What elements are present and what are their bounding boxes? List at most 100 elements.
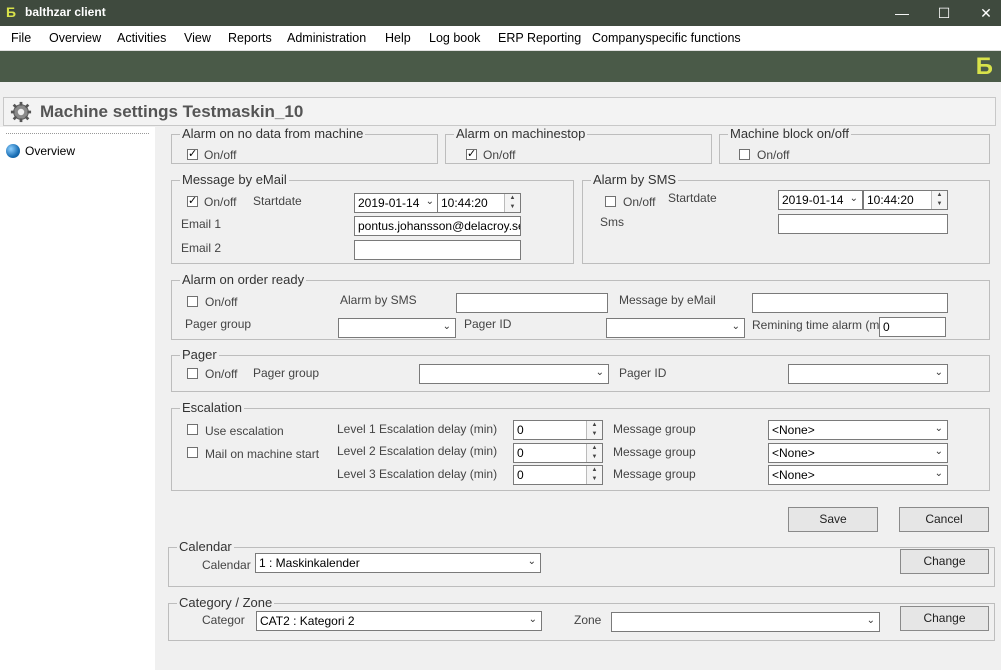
- pager-id-label: Pager ID: [619, 366, 667, 380]
- pager-id-select[interactable]: ⌄: [788, 364, 948, 384]
- spin-icon[interactable]: ▲ ▼: [504, 194, 520, 212]
- level2-message-group-value: <None>: [772, 446, 815, 460]
- remaining-time-input[interactable]: 0: [879, 317, 946, 337]
- level3-message-group-select[interactable]: <None> ⌄: [768, 465, 948, 485]
- menu-reports[interactable]: Reports: [228, 31, 272, 45]
- level3-message-group-value: <None>: [772, 468, 815, 482]
- group-title: Alarm on machinestop: [454, 126, 588, 141]
- menu-help[interactable]: Help: [385, 31, 411, 45]
- group-title: Alarm on order ready: [180, 272, 307, 287]
- brand-logo-icon: Ƃ: [975, 53, 993, 80]
- order-ready-email-input[interactable]: [752, 293, 948, 313]
- pager-onoff-checkbox[interactable]: [187, 368, 198, 379]
- sms-startdate-picker[interactable]: 2019-01-14 ⌄: [778, 190, 863, 210]
- category-select[interactable]: CAT2 : Kategori 2 ⌄: [256, 611, 542, 631]
- zone-select[interactable]: ⌄: [611, 612, 880, 632]
- group-order-ready: Alarm on order ready On/off Alarm by SMS…: [171, 272, 990, 340]
- no-data-onoff-checkbox[interactable]: [187, 147, 198, 160]
- save-button[interactable]: Save: [788, 507, 878, 532]
- spin-icon[interactable]: ▲ ▼: [586, 421, 602, 439]
- close-button[interactable]: ✕: [974, 3, 998, 23]
- chevron-down-icon: ⌄: [934, 468, 943, 479]
- level1-group-label: Message group: [613, 422, 696, 436]
- chevron-down-icon: ⌄: [425, 196, 434, 207]
- email1-input[interactable]: pontus.johansson@delacroy.se: [354, 216, 521, 236]
- chevron-down-icon: ⌄: [934, 423, 943, 434]
- group-machine-block: Machine block on/off On/off: [719, 126, 990, 164]
- group-message-by-email: Message by eMail On/off Startdate 2019-0…: [171, 172, 574, 264]
- order-ready-pager-group-select[interactable]: ⌄: [338, 318, 456, 338]
- nav-item-overview[interactable]: Overview: [25, 144, 75, 158]
- order-ready-email-label: Message by eMail: [619, 293, 716, 307]
- level3-delay-value: 0: [517, 468, 524, 482]
- sms-onoff-checkbox[interactable]: [605, 196, 616, 207]
- order-ready-sms-input[interactable]: [456, 293, 608, 313]
- order-ready-onoff-checkbox[interactable]: [187, 296, 198, 307]
- spin-icon[interactable]: ▲ ▼: [931, 191, 947, 209]
- menu-administration[interactable]: Administration: [287, 31, 366, 45]
- cancel-button[interactable]: Cancel: [899, 507, 989, 532]
- machinestop-onoff-checkbox[interactable]: [466, 147, 477, 160]
- spin-icon[interactable]: ▲ ▼: [586, 444, 602, 462]
- chevron-down-icon: ⌄: [731, 321, 740, 332]
- remaining-time-value: 0: [883, 320, 890, 334]
- group-title: Pager: [180, 347, 219, 362]
- group-title: Machine block on/off: [728, 126, 851, 141]
- group-machinestop-alarm: Alarm on machinestop On/off: [445, 126, 712, 164]
- level1-delay-spinner[interactable]: 0 ▲ ▼: [513, 420, 603, 440]
- order-ready-pager-id-label: Pager ID: [464, 317, 512, 331]
- menu-companyspecific[interactable]: Companyspecific functions: [592, 31, 741, 45]
- menu-activities[interactable]: Activities: [117, 31, 166, 45]
- pager-group-select[interactable]: ⌄: [419, 364, 609, 384]
- sms-startdate-value: 2019-01-14: [782, 193, 844, 207]
- level2-delay-spinner[interactable]: 0 ▲ ▼: [513, 443, 603, 463]
- machine-block-onoff-checkbox[interactable]: [739, 149, 750, 160]
- email-startdate-picker[interactable]: 2019-01-14 ⌄: [354, 193, 439, 213]
- menu-log-book[interactable]: Log book: [429, 31, 480, 45]
- group-category-zone: Category / Zone Categor CAT2 : Kategori …: [168, 595, 995, 641]
- group-alarm-by-sms: Alarm by SMS On/off Startdate 2019-01-14…: [582, 172, 990, 264]
- group-title: Alarm on no data from machine: [180, 126, 366, 141]
- email2-label: Email 2: [181, 241, 222, 255]
- email-starttime-spinner[interactable]: 10:44:20 ▲ ▼: [437, 193, 521, 213]
- minimize-button[interactable]: —: [890, 3, 914, 23]
- spin-icon[interactable]: ▲ ▼: [586, 466, 602, 484]
- use-escalation-label: Use escalation: [205, 424, 284, 438]
- level1-message-group-select[interactable]: <None> ⌄: [768, 420, 948, 440]
- chevron-down-icon: ⌄: [442, 321, 451, 332]
- level2-label: Level 2 Escalation delay (min): [337, 444, 498, 458]
- email-onoff-checkbox[interactable]: [187, 194, 198, 207]
- calendar-select[interactable]: 1 : Maskinkalender ⌄: [255, 553, 541, 573]
- remaining-time-label: Remining time alarm (min: [752, 318, 889, 332]
- use-escalation-checkbox[interactable]: [187, 424, 198, 435]
- order-ready-pager-group-label: Pager group: [185, 317, 252, 331]
- zone-label: Zone: [574, 613, 602, 627]
- category-change-button[interactable]: Change: [900, 606, 989, 631]
- level3-delay-spinner[interactable]: 0 ▲ ▼: [513, 465, 603, 485]
- mail-on-start-checkbox[interactable]: [187, 447, 198, 458]
- menu-erp-reporting[interactable]: ERP Reporting: [498, 31, 581, 45]
- sms-starttime-spinner[interactable]: 10:44:20 ▲ ▼: [863, 190, 948, 210]
- menu-overview[interactable]: Overview: [49, 31, 101, 45]
- calendar-value: 1 : Maskinkalender: [259, 556, 360, 570]
- window-title: balthzar client: [25, 5, 106, 19]
- level3-group-label: Message group: [613, 467, 696, 481]
- email2-input[interactable]: [354, 240, 521, 260]
- calendar-change-button[interactable]: Change: [900, 549, 989, 574]
- sms-input[interactable]: [778, 214, 948, 234]
- menu-file[interactable]: File: [11, 31, 31, 45]
- page-header: Machine settings Testmaskin_10: [3, 97, 996, 126]
- email-onoff-label: On/off: [204, 195, 237, 209]
- order-ready-pager-id-select[interactable]: ⌄: [606, 318, 745, 338]
- left-nav: Overview: [0, 127, 155, 670]
- level2-group-label: Message group: [613, 445, 696, 459]
- menu-view[interactable]: View: [184, 31, 211, 45]
- sms-onoff-label: On/off: [623, 195, 656, 209]
- mail-on-start-label: Mail on machine start: [205, 447, 320, 461]
- chevron-down-icon: ⌄: [934, 446, 943, 457]
- group-title: Alarm by SMS: [591, 172, 679, 187]
- menu-bar: File Overview Activities View Reports Ad…: [0, 26, 1001, 51]
- level2-message-group-select[interactable]: <None> ⌄: [768, 443, 948, 463]
- gear-icon: [10, 101, 32, 123]
- maximize-button[interactable]: ☐: [932, 3, 956, 23]
